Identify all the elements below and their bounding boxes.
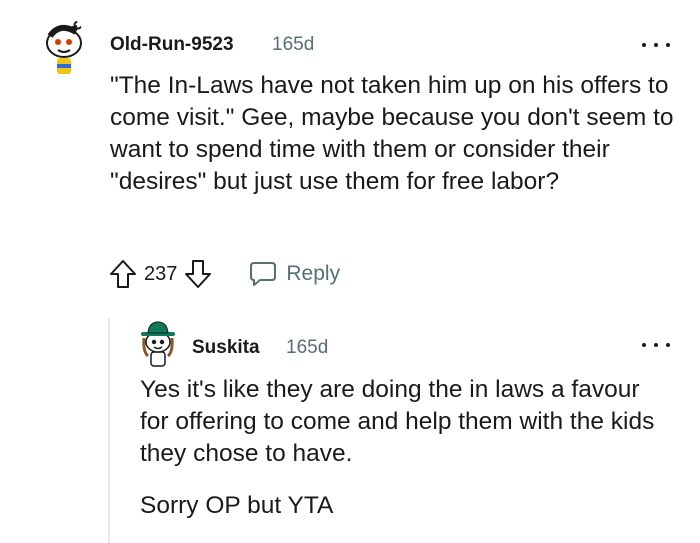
user-avatar[interactable] bbox=[36, 14, 86, 78]
comment-age: 165d bbox=[272, 34, 315, 55]
reply-paragraph: Yes it's like they are doing the in laws… bbox=[140, 376, 655, 467]
dot bbox=[666, 343, 670, 347]
comment-author[interactable]: Old-Run-9523 bbox=[110, 34, 234, 56]
more-options-icon[interactable] bbox=[642, 339, 670, 351]
downvote-icon[interactable] bbox=[183, 258, 213, 290]
reply-age: 165d bbox=[286, 337, 329, 358]
reply-paragraph: Sorry OP but YTA bbox=[140, 492, 334, 519]
comment-actions: 237 Reply bbox=[108, 258, 340, 290]
dot bbox=[642, 343, 646, 347]
comment-body: "The In-Laws have not taken him up on hi… bbox=[110, 72, 674, 195]
thread-line[interactable] bbox=[108, 318, 110, 543]
dot bbox=[666, 43, 670, 47]
snoo-hat-avatar-icon bbox=[141, 321, 175, 367]
snoo-avatar-icon bbox=[46, 20, 83, 74]
speech-bubble-icon bbox=[250, 262, 277, 286]
dot bbox=[642, 43, 646, 47]
reply-avatar[interactable] bbox=[140, 320, 176, 368]
comment-thread: Old-Run-9523 165d "The In-Laws have not … bbox=[0, 0, 700, 543]
dot bbox=[654, 343, 658, 347]
reply-label: Reply bbox=[286, 262, 341, 285]
vote-score: 237 bbox=[144, 262, 178, 285]
reply-button[interactable]: Reply bbox=[249, 261, 340, 287]
dot bbox=[654, 43, 658, 47]
more-options-icon[interactable] bbox=[642, 39, 670, 51]
upvote-icon[interactable] bbox=[108, 258, 138, 290]
reply-author[interactable]: Suskita bbox=[192, 337, 260, 359]
